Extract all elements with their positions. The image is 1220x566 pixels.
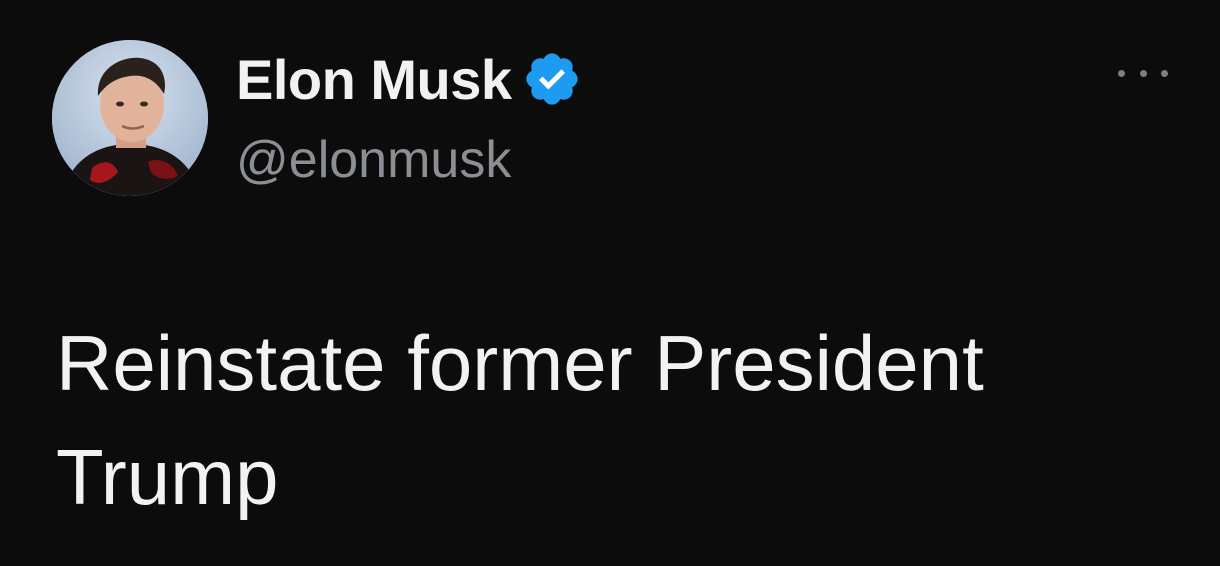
author-avatar[interactable] <box>52 40 208 196</box>
more-options-icon[interactable] <box>1118 58 1168 88</box>
dot <box>1161 69 1168 77</box>
author-handle[interactable]: @elonmusk <box>236 130 511 190</box>
dot <box>1139 69 1147 77</box>
tweet-card: Elon Musk @elonmusk Reinstate former Pre… <box>0 0 1220 566</box>
profile-photo-icon <box>52 40 208 196</box>
author-name-row: Elon Musk <box>236 44 582 114</box>
tweet-text: Reinstate former President Trump <box>56 319 984 521</box>
author-display-name[interactable]: Elon Musk <box>236 47 512 112</box>
dot <box>1118 69 1125 77</box>
verified-badge-icon <box>522 49 582 109</box>
